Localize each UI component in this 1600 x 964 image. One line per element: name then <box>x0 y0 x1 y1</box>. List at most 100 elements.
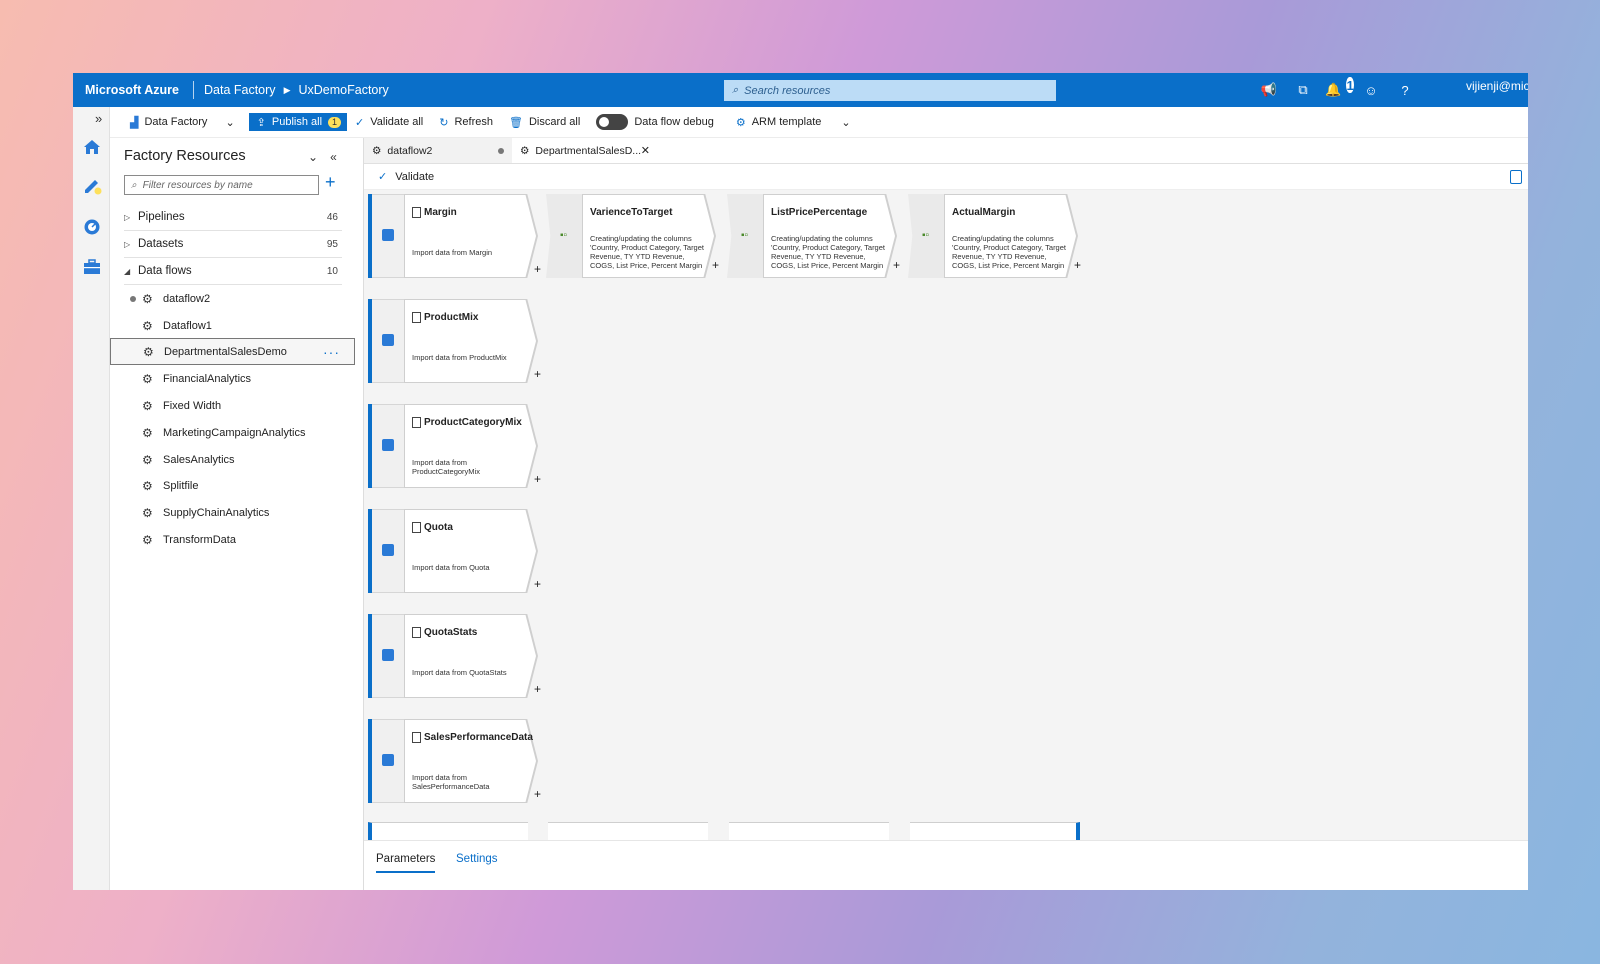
monitor-icon[interactable] <box>82 217 102 237</box>
item-label: SupplyChainAnalytics <box>163 506 270 519</box>
help-icon[interactable]: ? <box>1397 82 1413 98</box>
tab-settings[interactable]: Settings <box>456 853 498 865</box>
node-description: Creating/updating the columns 'Country, … <box>771 234 885 270</box>
source-node[interactable]: ProductCategoryMix Import data from Prod… <box>368 404 548 488</box>
tab-dataflow2[interactable]: ⚙ dataflow2 <box>364 138 512 163</box>
node-description: Import data from SalesPerformanceData <box>412 773 490 791</box>
node-partial <box>548 822 708 840</box>
source-node[interactable]: SalesPerformanceData Import data from Sa… <box>368 719 548 803</box>
unsaved-dot <box>498 147 504 154</box>
toolbox-icon[interactable] <box>82 257 102 277</box>
validate-button[interactable]: Validate <box>395 171 434 183</box>
toolbar: ▟ Data Factory ⌄ ⇪ Publish all 1 ✓ Valid… <box>110 107 1528 138</box>
node-description: Import data from ProductMix <box>412 353 507 362</box>
tree-item-dataflow[interactable]: ⚙ TransformData <box>110 526 355 553</box>
tree-item-dataflow[interactable]: ⚙ SupplyChainAnalytics <box>110 499 355 526</box>
filter-input[interactable]: ⌕ Filter resources by name <box>124 175 319 195</box>
azure-data-factory-window: Microsoft Azure Data Factory ▶ UxDemoFac… <box>73 73 1528 890</box>
breadcrumb-factory-name[interactable]: UxDemoFactory <box>298 83 388 97</box>
discard-all-button[interactable]: 🗑 Discard all <box>501 112 588 132</box>
source-node[interactable]: Quota Import data from Quota + <box>368 509 548 593</box>
node-description: Import data from ProductCategoryMix <box>412 458 480 476</box>
search-input[interactable]: ⌕ Search resources <box>724 80 1056 101</box>
validate-all-button[interactable]: ✓ Validate all <box>347 112 431 132</box>
node-partial <box>910 822 1080 840</box>
add-transform-button[interactable]: + <box>534 682 541 696</box>
collapse-panel-icon[interactable]: « <box>330 150 337 164</box>
refresh-button[interactable]: ↻ Refresh <box>431 112 501 132</box>
pencil-icon[interactable] <box>82 175 102 195</box>
home-icon[interactable] <box>82 137 102 157</box>
bottom-panel: Parameters Settings <box>364 840 1528 890</box>
unsaved-dot <box>130 295 136 302</box>
item-label: DepartmentalSalesDemo <box>164 345 287 358</box>
search-placeholder: Search resources <box>744 84 831 97</box>
tab-departmental-sales[interactable]: ⚙ DepartmentalSalesD... ✕ <box>512 138 656 163</box>
file-icon <box>412 732 421 743</box>
tree-item-dataflow[interactable]: ⚙ Dataflow1 <box>110 312 355 339</box>
transform-node[interactable]: ▪▫ ListPricePercentage Creating/updating… <box>727 194 903 278</box>
add-transform-button[interactable]: + <box>893 258 900 272</box>
tab-parameters[interactable]: Parameters <box>376 853 436 873</box>
validate-all-label: Validate all <box>370 116 424 128</box>
node-title-text: SalesPerformanceData <box>424 732 533 743</box>
transform-node[interactable]: ▪▫ ActualMargin Creating/updating the co… <box>908 194 1084 278</box>
source-node[interactable]: QuotaStats Import data from QuotaStats + <box>368 614 548 698</box>
add-transform-button[interactable]: + <box>712 258 719 272</box>
expand-icon[interactable]: » <box>95 111 102 126</box>
bell-icon[interactable]: 🔔 1 <box>1325 77 1354 98</box>
transform-node[interactable]: ▪▫ VarienceToTarget Creating/updating th… <box>546 194 722 278</box>
collapse-all-icon[interactable]: ⌄ <box>308 150 318 164</box>
tree-item-dataflow[interactable]: ⚙ Splitfile <box>110 472 355 499</box>
add-transform-button[interactable]: + <box>534 367 541 381</box>
tree-group-datasets[interactable]: ▷ Datasets 95 <box>124 231 342 258</box>
megaphone-icon[interactable]: 📢 <box>1261 82 1277 98</box>
directory-icon[interactable]: ⧉ <box>1295 82 1311 98</box>
tree-item-dataflow[interactable]: ⚙ SalesAnalytics <box>110 446 355 473</box>
add-transform-button[interactable]: + <box>534 262 541 276</box>
source-node[interactable]: Margin Import data from Margin + <box>368 194 548 278</box>
source-icon <box>382 229 394 241</box>
data-flow-debug-toggle[interactable]: Data flow debug <box>588 112 722 132</box>
tree-item-dataflow-selected[interactable]: ⚙ DepartmentalSalesDemo ··· <box>110 338 355 365</box>
close-icon[interactable]: ✕ <box>641 144 650 157</box>
dataflow-icon: ⚙ <box>142 425 153 440</box>
tree-group-data-flows[interactable]: ◢ Data flows 10 <box>124 258 342 285</box>
refresh-icon: ↻ <box>439 116 449 129</box>
tab-label: dataflow2 <box>387 144 433 157</box>
data-flow-canvas[interactable]: Margin Import data from Margin + Product… <box>364 190 1528 840</box>
add-transform-button[interactable]: + <box>1074 258 1081 272</box>
caret-down-icon: ◢ <box>124 266 131 276</box>
dataflow-icon: ⚙ <box>372 144 382 157</box>
upload-icon: ⇪ <box>256 116 266 129</box>
dataflow-icon: ⚙ <box>142 318 153 333</box>
more-options-icon[interactable]: ··· <box>323 344 340 360</box>
tree-item-dataflow[interactable]: ⚙ dataflow2 <box>110 285 355 312</box>
tree-item-dataflow[interactable]: ⚙ FinancialAnalytics <box>110 365 355 392</box>
breadcrumb-data-factory[interactable]: Data Factory <box>204 83 276 97</box>
add-transform-button[interactable]: + <box>534 577 541 591</box>
tree-item-dataflow[interactable]: ⚙ Fixed Width <box>110 392 355 419</box>
group-label: Data flows <box>138 265 192 277</box>
tree-group-pipelines[interactable]: ▷ Pipelines 46 <box>124 204 342 231</box>
node-title: Margin <box>412 207 457 218</box>
notification-badge: 1 <box>1346 77 1354 93</box>
arm-template-button[interactable]: ⚙ ARM template ⌄ <box>728 112 859 132</box>
toggle-switch[interactable] <box>596 114 629 130</box>
factory-selector[interactable]: ▟ Data Factory ⌄ <box>110 112 243 132</box>
brand[interactable]: Microsoft Azure <box>73 81 194 99</box>
tree-item-dataflow[interactable]: ⚙ MarketingCampaignAnalytics <box>110 419 355 446</box>
derived-column-icon: ▪▫ <box>741 230 749 241</box>
publish-all-button[interactable]: ⇪ Publish all 1 <box>248 113 348 131</box>
node-title: ActualMargin <box>952 207 1016 218</box>
user-account[interactable]: vijienji@mic <box>1466 79 1528 93</box>
node-title: SalesPerformanceData <box>412 732 533 743</box>
node-description: Creating/updating the columns 'Country, … <box>952 234 1066 270</box>
script-icon[interactable] <box>1510 170 1522 184</box>
feedback-icon[interactable]: ☺ <box>1363 82 1379 98</box>
source-node[interactable]: ProductMix Import data from ProductMix + <box>368 299 548 383</box>
add-resource-icon[interactable]: + <box>325 172 336 193</box>
add-transform-button[interactable]: + <box>534 787 541 801</box>
add-transform-button[interactable]: + <box>534 472 541 486</box>
arm-template-label: ARM template <box>751 116 822 128</box>
